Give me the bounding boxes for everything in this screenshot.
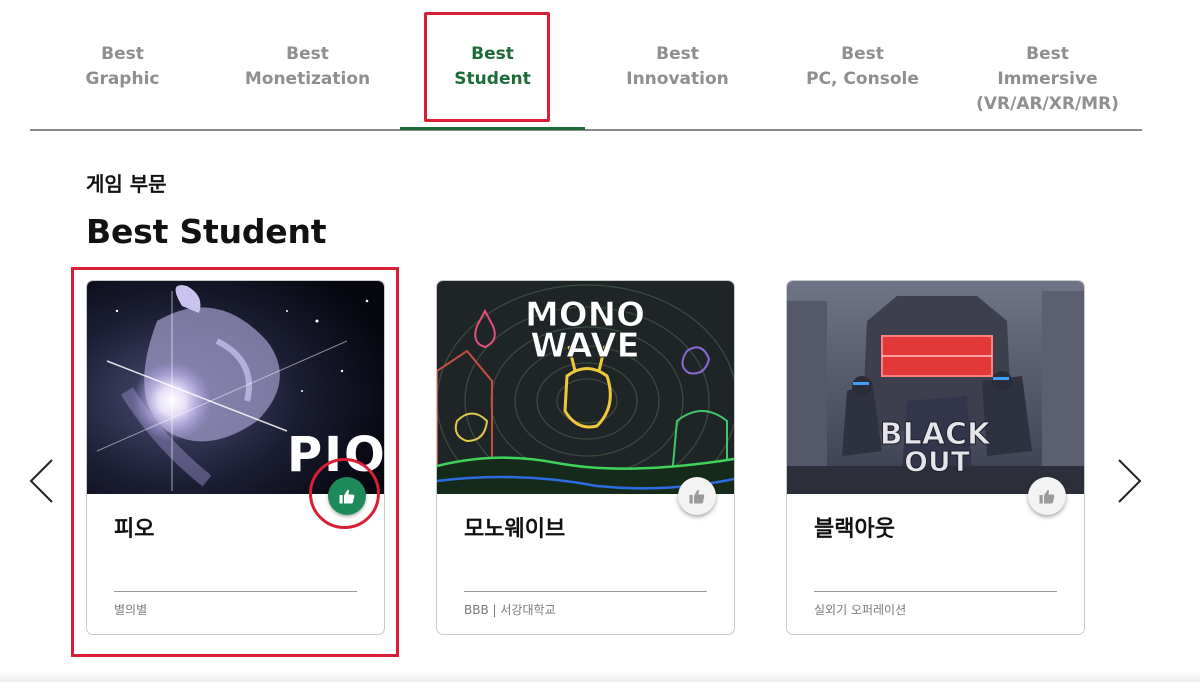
tab-label-line2: Graphic [85,69,160,89]
tab-best-graphic[interactable]: Best Graphic [30,42,215,92]
tab-label-line1: Best [656,44,699,64]
page-bottom-edge [0,672,1200,682]
tab-best-immersive[interactable]: Best Immersive (VR/AR/XR/MR) [955,42,1140,117]
tabs-divider [30,129,1142,131]
blackout-logo-line2: OUT [904,445,970,478]
tab-label-line1: Best [841,44,884,64]
active-tab-underline [400,127,585,130]
chevron-left-icon [29,459,53,503]
tab-label-line1: Best [1026,44,1069,64]
tab-label-line1: Best [286,44,329,64]
card-divider [464,591,707,592]
category-tabs: Best Graphic Best Monetization Best Stud… [30,0,1142,131]
carousel-prev-button[interactable] [27,458,57,504]
tab-label-line2: PC, Console [806,69,919,89]
card-divider [814,591,1057,592]
chevron-right-icon [1118,459,1142,503]
game-thumbnail: BLACK OUT [787,281,1084,494]
tab-label-line2: Immersive [997,69,1098,89]
section-title: Best Student [86,212,327,251]
team-name: 실외기 오퍼레이션 [814,603,907,617]
tab-label-line2: Monetization [244,69,371,89]
game-title: 블랙아웃 [814,517,895,542]
highlight-circle-like [309,458,380,529]
like-button[interactable] [678,477,716,515]
tab-best-pc-console[interactable]: Best PC, Console [770,42,955,92]
game-thumbnail: MONO WAVE [437,281,734,494]
thumbs-up-icon [1039,489,1055,503]
category-label: 게임 부문 [86,172,167,196]
tab-label-line2: Innovation [626,69,729,89]
tab-best-innovation[interactable]: Best Innovation [585,42,770,92]
tab-label-line1: Best [101,44,144,64]
like-button[interactable] [1028,477,1066,515]
team-name: BBB | 서강대학교 [464,603,556,617]
carousel-next-button[interactable] [1114,458,1144,504]
game-title: 모노웨이브 [464,517,566,542]
game-card-blackout[interactable]: BLACK OUT 블랙아웃 실외기 오퍼레이션 [786,280,1085,635]
game-card-monowave[interactable]: MONO WAVE 모노웨이브 BBB | 서강대학교 [436,280,735,635]
tab-best-monetization[interactable]: Best Monetization [215,42,400,92]
tab-label-line3: (VR/AR/XR/MR) [976,94,1119,114]
highlight-box-tab [424,12,550,122]
thumbs-up-icon [689,489,705,503]
monowave-logo-line2: WAVE [530,326,640,366]
